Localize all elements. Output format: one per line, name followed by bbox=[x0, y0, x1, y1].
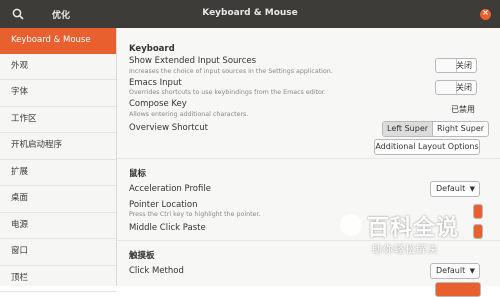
middle-click-label: Middle Click Paste bbox=[129, 223, 206, 233]
sidebar-item-workspaces[interactable]: 工作区 bbox=[0, 107, 116, 133]
sidebar-item-windows[interactable]: 窗口 bbox=[0, 239, 116, 266]
sidebar-item-appearance[interactable]: 外观 bbox=[0, 54, 116, 80]
close-icon: × bbox=[482, 8, 489, 17]
toggle-state: 关闭 bbox=[456, 83, 472, 92]
extended-sources-desc: Increases the choice of input sources in… bbox=[129, 68, 333, 75]
touchpad-heading: 触摸板 bbox=[129, 251, 155, 261]
accel-profile-label: Acceleration Profile bbox=[129, 184, 211, 194]
overview-label: Overview Shortcut bbox=[129, 123, 208, 133]
sidebar-item-power[interactable]: 电源 bbox=[0, 213, 116, 239]
click-method-label: Click Method bbox=[129, 266, 184, 276]
chevron-down-icon: ▼ bbox=[469, 185, 475, 193]
sidebar: Keyboard & Mouse 外观 字体 工作区 开机启动程序 扩展 桌面 … bbox=[0, 28, 117, 292]
sidebar-item-desktop[interactable]: 桌面 bbox=[0, 186, 116, 213]
pointer-location-desc: Press the Ctrl key to highlight the poin… bbox=[129, 211, 261, 218]
window-title: Keyboard & Mouse bbox=[202, 8, 298, 18]
sidebar-item-label: 外观 bbox=[11, 60, 29, 71]
sidebar-item-label: 字体 bbox=[11, 87, 29, 97]
title-bar: 优化 Keyboard & Mouse × bbox=[0, 0, 500, 28]
emacs-desc: Overrides shortcuts to use keybindings f… bbox=[129, 89, 326, 96]
sidebar-item-label: 桌面 bbox=[11, 193, 29, 203]
sidebar-item-label: 窗口 bbox=[11, 246, 29, 256]
sidebar-item-label: 开机启动程序 bbox=[11, 140, 63, 150]
overview-shortcut-switcher: Left Super Right Super bbox=[382, 121, 490, 137]
compose-desc: Allows entering additional characters. bbox=[129, 111, 249, 118]
keyboard-heading: Keyboard bbox=[129, 44, 175, 54]
extended-sources-toggle[interactable]: 关闭 bbox=[435, 58, 477, 73]
sidebar-item-label: Keyboard & Mouse bbox=[11, 35, 91, 45]
watermark: 百科全说 助你轻松解决 bbox=[340, 210, 500, 286]
sidebar-item-keyboard-mouse[interactable]: Keyboard & Mouse bbox=[0, 28, 116, 54]
watermark-logo-icon bbox=[340, 214, 362, 236]
sidebar-item-label: 电源 bbox=[11, 219, 29, 230]
toggle-knob bbox=[436, 81, 457, 94]
sidebar-item-top-bar[interactable]: 顶栏 bbox=[0, 266, 116, 292]
sidebar-item-fonts[interactable]: 字体 bbox=[0, 80, 116, 107]
extended-sources-label: Show Extended Input Sources bbox=[129, 56, 257, 66]
sidebar-item-label: 工作区 bbox=[11, 113, 37, 124]
sidebar-item-startup-apps[interactable]: 开机启动程序 bbox=[0, 133, 116, 160]
dropdown-value: Default bbox=[436, 184, 466, 193]
sidebar-item-extensions[interactable]: 扩展 bbox=[0, 160, 116, 186]
sidebar-item-label: 顶栏 bbox=[11, 272, 29, 283]
compose-label: Compose Key bbox=[129, 99, 187, 109]
watermark-title: 百科全说 bbox=[367, 216, 460, 241]
watermark-subtitle: 助你轻松解决 bbox=[372, 245, 438, 256]
sidebar-item-label: 扩展 bbox=[11, 166, 29, 177]
close-button[interactable]: × bbox=[480, 8, 491, 20]
toggle-state: 关闭 bbox=[456, 61, 472, 70]
right-super-option[interactable]: Right Super bbox=[433, 122, 488, 136]
accel-profile-dropdown[interactable]: Default ▼ bbox=[430, 181, 480, 197]
compose-state[interactable]: 已禁用 bbox=[451, 104, 475, 115]
pointer-location-label: Pointer Location bbox=[129, 200, 198, 210]
emacs-label: Emacs Input bbox=[129, 78, 182, 88]
emacs-toggle[interactable]: 关闭 bbox=[435, 80, 477, 95]
divider bbox=[117, 158, 500, 159]
mouse-heading: 鼠标 bbox=[129, 169, 147, 179]
left-super-option[interactable]: Left Super bbox=[383, 122, 434, 136]
toggle-knob bbox=[436, 59, 457, 72]
additional-layout-button[interactable]: Additional Layout Options bbox=[374, 139, 480, 155]
